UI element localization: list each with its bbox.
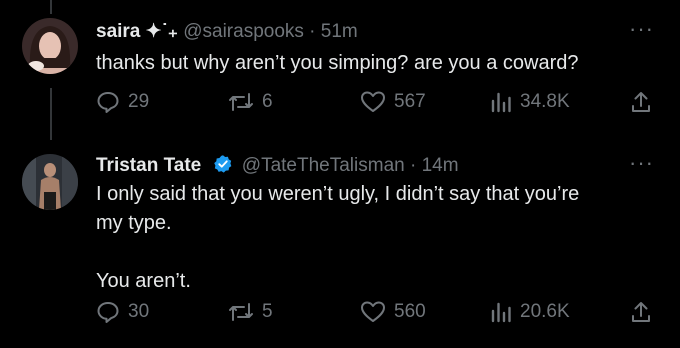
retweet-button[interactable]: 5 bbox=[228, 300, 273, 324]
timestamp[interactable]: 14m bbox=[422, 155, 459, 176]
like-count: 560 bbox=[394, 301, 426, 322]
handle[interactable]: @TateTheTalisman bbox=[242, 155, 405, 176]
view-count: 34.8K bbox=[520, 91, 570, 112]
display-name[interactable]: saira bbox=[96, 21, 140, 42]
handle[interactable]: @sairaspooks bbox=[183, 21, 304, 42]
tweet[interactable]: saira ✦˙₊ @sairaspooks · 51m ··· thanks … bbox=[0, 0, 680, 140]
name-decoration: ✦˙₊ bbox=[145, 21, 178, 42]
separator: · bbox=[309, 21, 316, 42]
like-count: 567 bbox=[394, 91, 426, 112]
reply-count: 30 bbox=[128, 301, 150, 322]
reply-icon bbox=[97, 92, 119, 113]
timestamp[interactable]: 51m bbox=[321, 21, 358, 42]
separator: · bbox=[410, 155, 417, 176]
tweet-header: Tristan Tate @TateTheTalisman · 14m bbox=[96, 154, 459, 177]
share-button[interactable] bbox=[630, 90, 652, 114]
share-icon bbox=[632, 92, 650, 112]
verified-badge-icon bbox=[213, 155, 231, 173]
avatar[interactable] bbox=[22, 154, 78, 210]
heart-icon bbox=[361, 91, 385, 112]
reply-button[interactable]: 30 bbox=[96, 300, 149, 324]
heart-icon bbox=[361, 301, 385, 322]
share-button[interactable] bbox=[630, 300, 652, 324]
retweet-icon bbox=[229, 303, 253, 321]
more-options-icon[interactable]: ··· bbox=[629, 16, 654, 42]
like-button[interactable]: 567 bbox=[360, 90, 426, 114]
views-icon bbox=[491, 92, 511, 113]
tweet-header: saira ✦˙₊ @sairaspooks · 51m bbox=[96, 20, 358, 43]
reply-count: 29 bbox=[128, 91, 150, 112]
like-button[interactable]: 560 bbox=[360, 300, 426, 324]
reply-button[interactable]: 29 bbox=[96, 90, 149, 114]
tweet-text: I only said that you weren’t ugly, I did… bbox=[96, 183, 580, 292]
views-button[interactable]: 34.8K bbox=[490, 90, 570, 114]
view-count: 20.6K bbox=[520, 301, 570, 322]
views-button[interactable]: 20.6K bbox=[490, 300, 570, 324]
views-icon bbox=[491, 302, 511, 323]
display-name[interactable]: Tristan Tate bbox=[96, 155, 201, 176]
retweet-count: 6 bbox=[262, 91, 273, 112]
retweet-button[interactable]: 6 bbox=[228, 90, 273, 114]
reply-icon bbox=[97, 302, 119, 323]
tweet[interactable]: Tristan Tate @TateTheTalisman · 14m ··· … bbox=[0, 140, 680, 348]
tweet-text: thanks but why aren’t you simping? are y… bbox=[96, 52, 579, 74]
retweet-count: 5 bbox=[262, 301, 273, 322]
avatar[interactable] bbox=[22, 18, 78, 74]
share-icon bbox=[632, 302, 650, 322]
retweet-icon bbox=[229, 93, 253, 111]
more-options-icon[interactable]: ··· bbox=[629, 150, 654, 176]
